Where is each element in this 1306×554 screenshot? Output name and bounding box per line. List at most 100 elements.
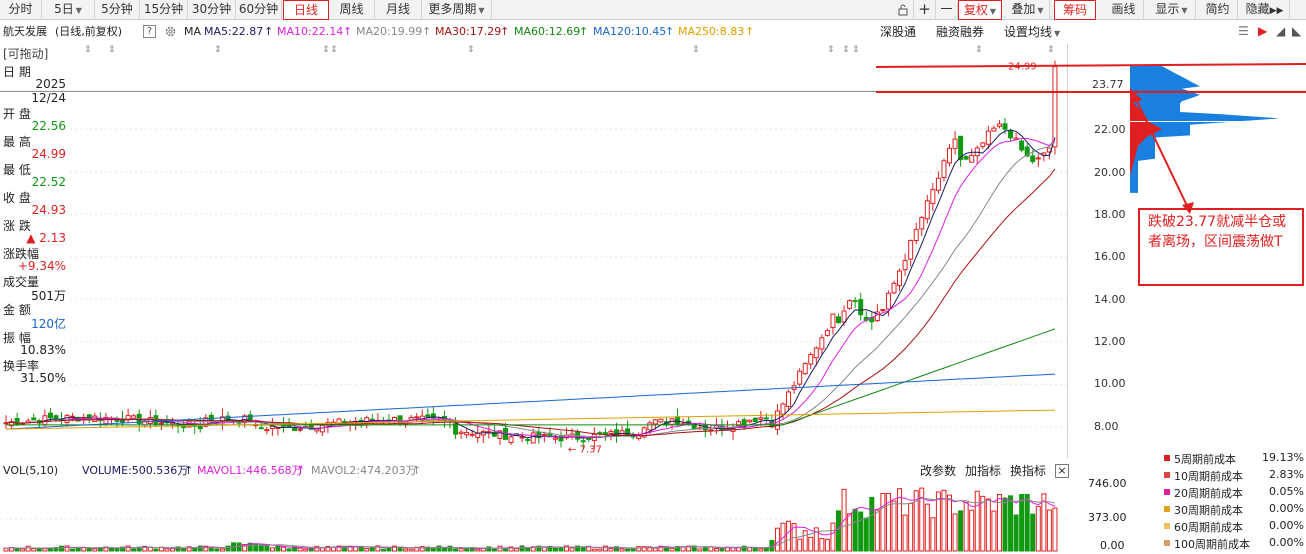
display-label: 显示 <box>1155 2 1180 16</box>
volume-bar <box>636 546 642 552</box>
chip-stat-row: 30周期前成本 0.00% <box>1160 501 1306 518</box>
event-marker-icon: ⇕ <box>975 45 983 55</box>
triangle-icon[interactable]: ◣ <box>1292 24 1301 38</box>
simple-button[interactable]: 简约 <box>1198 0 1238 20</box>
volume-bar <box>652 547 658 552</box>
kline-chart[interactable]: 24.99 ← 7.37 ⇕ ⇕ ⇕ ⇕ ⇕ ⇕ ⇕ ⇕ ⇕ ⇕ ⇕ ⇕ <box>0 44 1068 458</box>
arrow-up-icon: ↑ <box>412 464 422 477</box>
switch-indicator-button[interactable]: 换指标 <box>1010 461 1046 481</box>
tab-more-periods[interactable]: 更多周期 ▼ <box>422 0 492 20</box>
help-icon[interactable]: ? <box>143 25 156 38</box>
draw-line-button[interactable]: 画线 <box>1104 0 1144 20</box>
edit-params-button[interactable]: 改参数 <box>920 461 956 481</box>
volume-bar <box>797 538 803 552</box>
chip-stat-pct: 0.05% <box>1269 485 1304 498</box>
current-price-label: 23.77 <box>1092 78 1124 91</box>
hide-button[interactable]: 隐藏▶▶ <box>1240 0 1290 20</box>
candle-body <box>47 412 53 419</box>
arrow-up-icon: ↑ <box>343 25 353 38</box>
add-indicator-button[interactable]: 加指标 <box>965 461 1001 481</box>
candle-body <box>258 427 264 430</box>
event-marker-icon: ⇕ <box>108 45 116 55</box>
volume-bar <box>597 548 603 552</box>
volume-bar <box>75 547 81 552</box>
volume-bar <box>458 548 464 552</box>
volume-bar <box>20 548 26 552</box>
volume-bar <box>774 527 780 552</box>
volume-bar <box>1041 493 1047 552</box>
tab-60min[interactable]: 60分钟 <box>236 0 282 20</box>
tab-weekly[interactable]: 周线 <box>329 0 375 20</box>
flag-icon[interactable]: ▶ <box>1258 24 1267 38</box>
link-margin-trading[interactable]: 融资融券 <box>936 21 984 43</box>
candle-body <box>131 415 137 419</box>
tab-daily[interactable]: 日线 <box>283 0 329 20</box>
candle-body <box>797 370 803 385</box>
overlay-button[interactable]: 叠加 ▼ <box>1006 0 1050 20</box>
volume-bar <box>214 548 220 552</box>
ma-line-30 <box>5 168 1056 437</box>
display-button[interactable]: 显示 ▼ <box>1148 0 1196 20</box>
volume-bar <box>1035 506 1041 552</box>
tab-30min[interactable]: 30分钟 <box>188 0 236 20</box>
legend-swatch <box>1164 506 1170 512</box>
arrow-up-icon: ↑ <box>422 25 432 38</box>
gear-icon[interactable] <box>164 21 177 46</box>
volume-bar <box>70 548 76 552</box>
volume-bar <box>275 545 281 552</box>
list-icon[interactable]: ☰ <box>1238 24 1249 38</box>
high-price-label: 24.99 <box>1008 61 1037 72</box>
volume-bar <box>408 548 414 552</box>
adjust-button[interactable]: 复权 ▼ <box>958 0 1002 20</box>
candle-body <box>675 416 681 425</box>
candle-body <box>1052 66 1058 148</box>
link-set-ma[interactable]: 设置均线 ▼ <box>1004 21 1060 43</box>
tab-5day[interactable]: 5日 ▼ <box>42 0 95 20</box>
candle-body <box>70 415 76 418</box>
volume-bar <box>763 547 769 552</box>
volume-bar <box>181 548 187 552</box>
chips-button[interactable]: 筹码 <box>1054 0 1096 20</box>
event-marker-icon: ⇕ <box>330 45 338 55</box>
volume-bar <box>441 547 447 552</box>
double-arrow-icon: ▶▶ <box>1269 6 1284 16</box>
candle-body <box>758 417 764 420</box>
tab-15min[interactable]: 15分钟 <box>140 0 188 20</box>
drag-label[interactable]: [可拖动] <box>3 45 48 62</box>
volume-bar <box>758 548 764 552</box>
volume-bar <box>697 548 703 552</box>
volume-bar <box>430 548 436 552</box>
candle-body <box>525 438 531 441</box>
tab-intraday[interactable]: 分时 <box>0 0 42 20</box>
chart-mode: (日线,前复权) <box>55 25 123 38</box>
candle-body <box>464 431 470 436</box>
candle-body <box>852 300 858 303</box>
close-icon[interactable]: × <box>1055 464 1069 478</box>
candle-body <box>885 292 891 310</box>
ma-line-10 <box>5 138 1056 439</box>
candle-body <box>425 414 431 418</box>
triangle-icon[interactable]: ◢ <box>1276 24 1285 38</box>
lock-icon[interactable] <box>892 0 914 20</box>
volume-bar <box>64 545 70 552</box>
volume-chart[interactable] <box>0 481 1068 554</box>
tab-5min[interactable]: 5分钟 <box>95 0 140 20</box>
volume-axis: 746.00 373.00 0.00 <box>1068 476 1138 554</box>
zoom-out-button[interactable]: 一 <box>936 0 958 20</box>
candle-body <box>741 419 747 425</box>
volume-bar <box>891 500 897 552</box>
zoom-in-button[interactable]: + <box>914 0 936 20</box>
y-tick-label: 22.00 <box>1094 123 1126 136</box>
volume-bar <box>86 547 92 552</box>
candle-body <box>952 138 958 149</box>
volume-bar <box>491 548 497 552</box>
candle-body <box>858 299 864 316</box>
volume-bar <box>863 517 869 552</box>
volume-bar <box>786 520 792 552</box>
info-value: 120亿 <box>31 317 66 331</box>
volume-bar <box>475 548 481 552</box>
volume-bar <box>281 546 286 552</box>
volume-bar <box>963 502 969 552</box>
link-shenzhen-connect[interactable]: 深股通 <box>880 21 916 43</box>
tab-monthly[interactable]: 月线 <box>375 0 422 20</box>
